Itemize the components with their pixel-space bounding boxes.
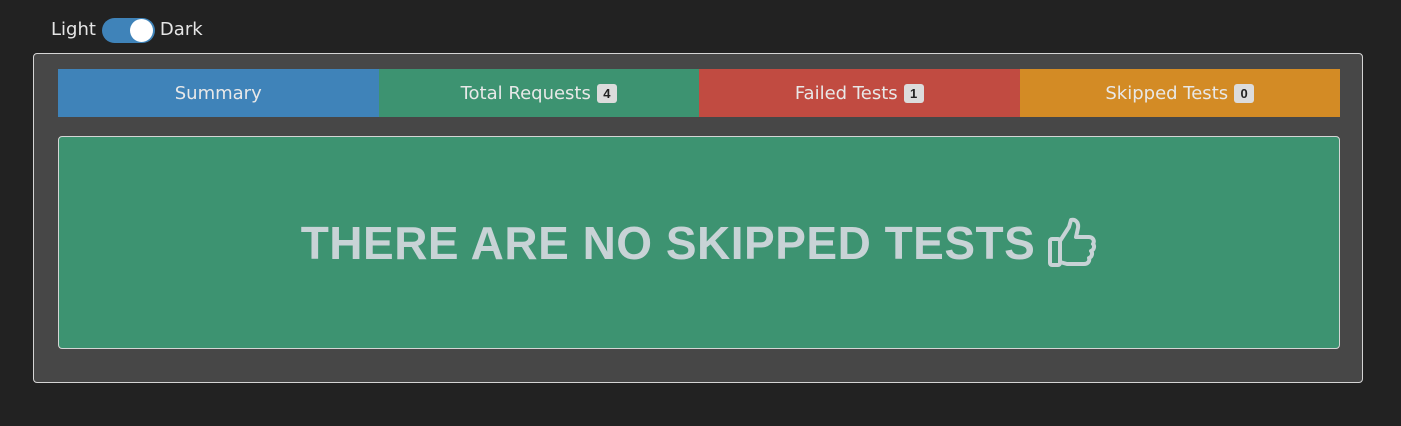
skipped-tests-badge: 0 — [1234, 83, 1255, 103]
theme-toggle-switch[interactable] — [101, 17, 155, 43]
tab-failed-tests-label: Failed Tests — [794, 82, 898, 104]
no-skipped-tests-alert: THERE ARE NO SKIPPED TESTS — [58, 136, 1340, 349]
tab-skipped-tests[interactable]: Skipped Tests 0 — [1019, 69, 1340, 117]
tab-skipped-tests-label: Skipped Tests — [1105, 82, 1229, 104]
report-card: Summary Total Requests 4 Failed Tests 1 … — [33, 53, 1363, 383]
tab-total-requests[interactable]: Total Requests 4 — [378, 69, 699, 117]
total-requests-badge: 4 — [596, 83, 617, 103]
failed-tests-badge: 1 — [903, 83, 924, 103]
theme-switcher: Light Dark — [51, 14, 203, 46]
tab-total-requests-label: Total Requests — [460, 82, 591, 104]
tab-failed-tests[interactable]: Failed Tests 1 — [699, 69, 1020, 117]
tab-summary[interactable]: Summary — [58, 69, 379, 117]
toggle-knob — [129, 18, 153, 42]
tab-bar: Summary Total Requests 4 Failed Tests 1 … — [58, 69, 1340, 117]
tab-summary-label: Summary — [174, 82, 262, 104]
thumbs-up-icon — [1047, 217, 1097, 269]
dark-label: Dark — [159, 19, 203, 40]
light-label: Light — [51, 19, 96, 40]
notice-text: THERE ARE NO SKIPPED TESTS — [300, 216, 1036, 269]
